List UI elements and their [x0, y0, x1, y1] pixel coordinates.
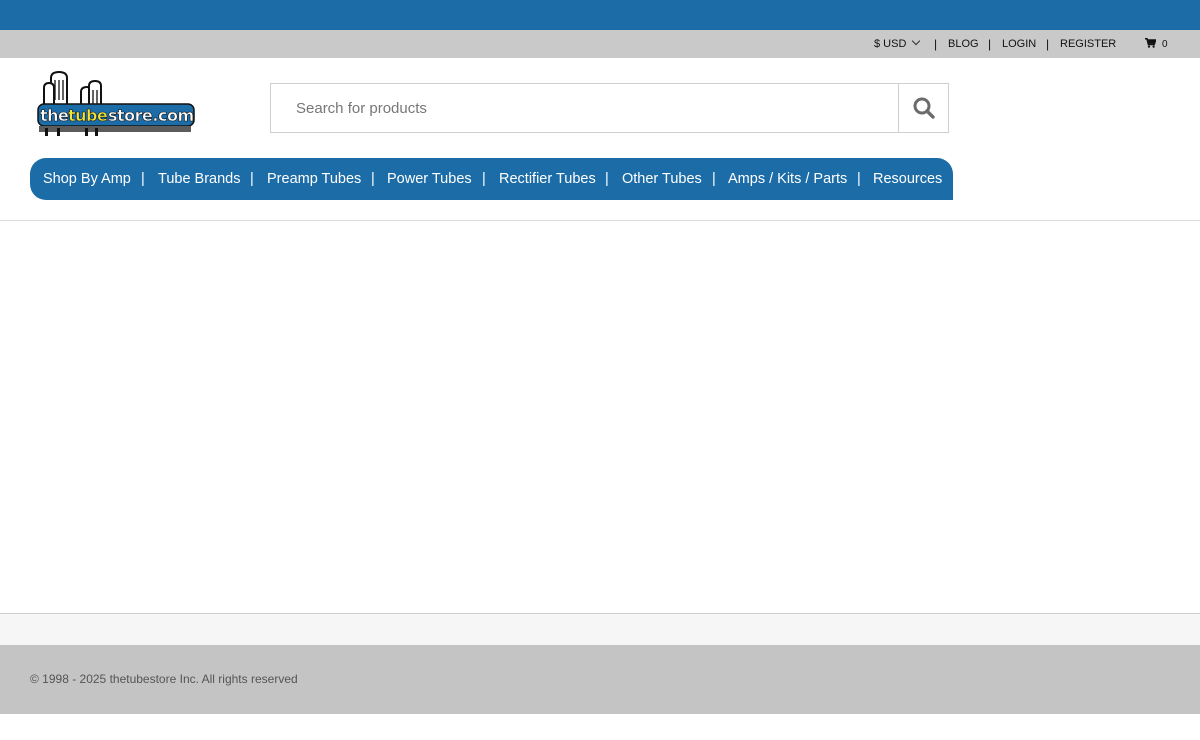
login-link[interactable]: LOGIN [1002, 30, 1036, 58]
search-button[interactable] [898, 84, 948, 132]
utility-bar: $ USD | BLOG | LOGIN | REGISTER 0 [0, 30, 1200, 58]
top-brand-strip [0, 0, 1200, 30]
cart-count: 0 [1162, 39, 1168, 50]
currency-selector[interactable]: $ USD [874, 30, 921, 58]
logo-text-prefix: the [40, 106, 69, 125]
chevron-down-icon [912, 36, 921, 46]
nav-item-tube-brands[interactable]: Tube Brands [158, 158, 240, 200]
logo-text-suffix: store.com [108, 106, 194, 125]
nav-separator: | [605, 171, 609, 187]
nav-separator: | [482, 171, 486, 187]
utility-separator: | [988, 37, 992, 51]
site-header: the tube store.com Shop By Amp | Tube Br… [0, 58, 1200, 221]
nav-item-power-tubes[interactable]: Power Tubes [387, 158, 472, 200]
site-logo[interactable]: the tube store.com [35, 70, 197, 138]
logo-image: the tube store.com [37, 70, 195, 136]
nav-item-preamp-tubes[interactable]: Preamp Tubes [267, 158, 361, 200]
site-footer: © 1998 - 2025 thetubestore Inc. All righ… [0, 645, 1200, 714]
nav-item-shop-by-amp[interactable]: Shop By Amp [43, 158, 131, 200]
nav-item-other-tubes[interactable]: Other Tubes [622, 158, 702, 200]
currency-label: $ USD [874, 38, 907, 50]
nav-separator: | [371, 171, 375, 187]
main-content [0, 221, 1200, 613]
nav-separator: | [141, 171, 145, 187]
cart-button[interactable]: 0 [1145, 30, 1168, 58]
nav-item-amps-kits-parts[interactable]: Amps / Kits / Parts [728, 158, 847, 200]
main-navigation: Shop By Amp | Tube Brands | Preamp Tubes… [30, 158, 953, 200]
logo-text-mid: tube [68, 106, 108, 125]
nav-item-rectifier-tubes[interactable]: Rectifier Tubes [499, 158, 596, 200]
nav-separator: | [857, 171, 861, 187]
nav-separator: | [712, 171, 716, 187]
nav-item-resources[interactable]: Resources [873, 158, 942, 200]
register-link[interactable]: REGISTER [1060, 30, 1116, 58]
cart-icon [1145, 38, 1157, 48]
nav-separator: | [250, 171, 254, 187]
search-bar [270, 83, 949, 133]
utility-separator: | [934, 37, 938, 51]
blog-link[interactable]: BLOG [948, 30, 979, 58]
search-icon [913, 97, 935, 119]
search-input[interactable] [271, 84, 899, 132]
copyright-text: © 1998 - 2025 thetubestore Inc. All righ… [30, 672, 298, 686]
utility-separator: | [1046, 37, 1050, 51]
prefooter [0, 613, 1200, 645]
